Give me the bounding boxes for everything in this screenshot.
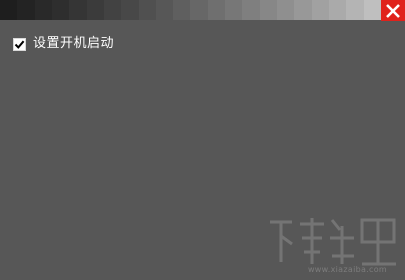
- title-bar-tile: [363, 0, 381, 20]
- title-bar-tile: [69, 0, 87, 20]
- title-bar-tile: [328, 0, 347, 20]
- title-bar[interactable]: [0, 0, 405, 20]
- title-bar-tile: [242, 0, 260, 20]
- title-bar-tile: [17, 0, 35, 20]
- app-window: 设置开机启动 www.xiazaiba.com: [0, 0, 405, 280]
- title-bar-tile: [277, 0, 295, 20]
- checkmark-icon: [14, 35, 25, 54]
- startup-checkbox[interactable]: [13, 35, 26, 54]
- title-bar-tile: [190, 0, 208, 20]
- watermark-url: www.xiazaiba.com: [307, 265, 387, 274]
- title-bar-tile: [155, 0, 174, 20]
- title-bar-tile: [34, 0, 52, 20]
- watermark-logo: www.xiazaiba.com: [266, 212, 401, 276]
- title-bar-tile: [51, 0, 70, 20]
- title-bar-tile: [311, 0, 329, 20]
- title-bar-tile: [138, 0, 156, 20]
- title-bar-tile: [86, 0, 104, 20]
- close-button[interactable]: [381, 0, 405, 21]
- startup-label: 设置开机启动: [33, 36, 115, 51]
- title-bar-tile: [207, 0, 226, 20]
- title-bar-tile: [259, 0, 277, 20]
- title-bar-tile: [121, 0, 139, 20]
- title-bar-tile: [225, 0, 243, 20]
- title-bar-tile: [103, 0, 122, 20]
- title-bar-tile: [173, 0, 191, 20]
- close-icon: [384, 2, 402, 20]
- title-bar-tile: [294, 0, 312, 20]
- startup-option[interactable]: 设置开机启动: [13, 36, 114, 52]
- title-bar-tile: [346, 0, 364, 20]
- title-bar-tile: [0, 0, 18, 20]
